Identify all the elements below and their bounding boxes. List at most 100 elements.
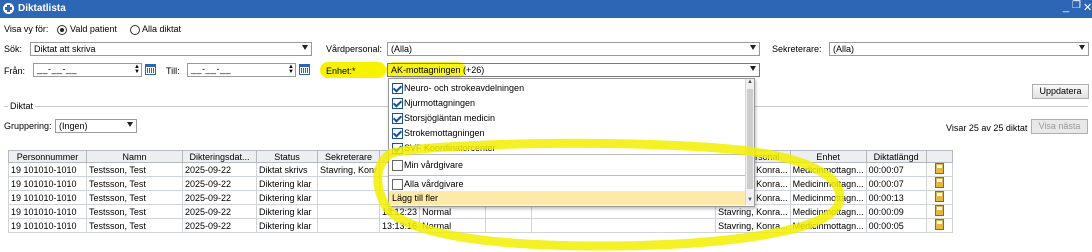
table-cell: Normal: [419, 218, 487, 233]
table-cell: 19 101010-1010: [8, 176, 87, 191]
radio-all-dictations[interactable]: [130, 25, 140, 35]
document-icon[interactable]: [934, 163, 944, 174]
from-label: Från:: [4, 66, 26, 76]
staff-select[interactable]: (Alla): [387, 42, 760, 56]
table-cell: 19 101010-1010: [8, 218, 87, 233]
search-select[interactable]: Diktat att skriva: [30, 42, 312, 56]
to-date-input[interactable]: __-__-__ ▲ ▼: [187, 63, 296, 77]
column-header[interactable]: Sekreterare: [316, 150, 381, 163]
table-cell: Testsson, Test: [86, 190, 183, 205]
section-title: Diktat: [8, 101, 36, 111]
close-icon[interactable]: ✕: [1083, 1, 1092, 14]
dropdown-item[interactable]: Neuro- och strokeavdelningen: [404, 83, 524, 93]
grouping-select[interactable]: (Ingen): [55, 119, 137, 133]
show-next-button[interactable]: Visa nästa: [1031, 119, 1088, 134]
column-header[interactable]: Dikteringsdat...: [182, 150, 257, 163]
all-caregivers-label[interactable]: Alla vårdgivare: [404, 179, 464, 189]
table-cell: Medicinmottagn...: [789, 204, 867, 219]
scroll-down-icon[interactable]: ▼: [747, 197, 753, 203]
my-caregiver-label[interactable]: Min vårdgivare: [404, 160, 463, 170]
table-row[interactable]: 19 101010-1010 Testsson, Test 2025-09-22…: [8, 218, 953, 233]
dropdown-checkbox[interactable]: [392, 128, 403, 139]
add-more-button[interactable]: Lägg till fler: [389, 191, 745, 205]
table-cell: Stavring, Konra...: [715, 218, 791, 233]
dropdown-checkbox[interactable]: [392, 143, 403, 154]
table-cell: Diktat skrivs: [256, 162, 318, 177]
table-cell: Diktering klar: [256, 218, 318, 233]
dropdown-item[interactable]: Strokemottagningen: [404, 128, 485, 138]
table-cell: 2025-09-22: [182, 204, 257, 219]
table-cell: [925, 190, 953, 205]
update-button[interactable]: Uppdatera: [1032, 84, 1089, 99]
dropdown-checkbox[interactable]: [392, 83, 403, 94]
secretary-label: Sekreterare:: [772, 44, 822, 54]
secretary-select[interactable]: (Alla): [829, 42, 1089, 56]
grouping-select-value: (Ingen): [59, 121, 88, 131]
minimize-icon[interactable]: _: [1063, 1, 1069, 13]
column-header[interactable]: Enhet: [789, 150, 867, 163]
dropdown-scrollbar[interactable]: ▲ ▼: [745, 79, 754, 205]
radio-selected-patient[interactable]: [57, 25, 67, 35]
dropdown-separator: [389, 175, 745, 176]
table-cell: Diktering klar: [256, 204, 318, 219]
staff-select-value: (Alla): [391, 44, 413, 54]
document-icon[interactable]: [934, 219, 944, 230]
table-cell: Diktering klar: [256, 190, 318, 205]
table-cell: Testsson, Test: [86, 176, 183, 191]
dropdown-item[interactable]: Njurmottagningen: [404, 98, 475, 108]
dropdown-item[interactable]: Storsjögläntan medicin: [404, 113, 495, 123]
table-cell: 2025-09-22: [182, 218, 257, 233]
table-cell: 19 101010-1010: [8, 162, 87, 177]
table-cell: [316, 176, 381, 191]
chevron-down-icon: [127, 122, 133, 127]
paging-text: Visar 25 av 25 diktat: [946, 123, 1028, 133]
column-header[interactable]: Personnummer: [8, 150, 87, 163]
table-cell: 13:13:16: [379, 218, 421, 233]
dropdown-separator: [389, 154, 745, 155]
document-icon[interactable]: [934, 177, 944, 188]
table-cell: [925, 176, 953, 191]
table-cell: [316, 204, 381, 219]
calendar-icon[interactable]: [299, 64, 310, 75]
table-cell: 00:00:05: [865, 218, 927, 233]
table-cell: [925, 218, 953, 233]
chevron-down-icon: [1079, 45, 1085, 50]
document-icon[interactable]: [934, 205, 944, 216]
table-cell: Testsson, Test: [86, 204, 183, 219]
radio-selected-patient-label[interactable]: Vald patient: [70, 24, 117, 34]
all-caregivers-checkbox[interactable]: [392, 179, 403, 190]
column-header[interactable]: Namn: [86, 150, 183, 163]
spinner-icon[interactable]: ▲ ▼: [288, 64, 294, 75]
secretary-select-value: (Alla): [833, 44, 855, 54]
dropdown-checkbox[interactable]: [392, 113, 403, 124]
dropdown-item[interactable]: SVF Koordinatorcenter: [404, 143, 496, 153]
table-cell: [925, 162, 953, 177]
table-cell: 2025-09-22: [182, 190, 257, 205]
scrollbar-thumb[interactable]: [747, 89, 753, 189]
my-caregiver-checkbox[interactable]: [392, 160, 403, 171]
restore-icon[interactable]: ❐: [1072, 0, 1081, 11]
window-title: Diktatlista: [18, 3, 66, 14]
from-date-value: __-__-__: [37, 64, 78, 74]
dropdown-checkbox[interactable]: [392, 98, 403, 109]
calendar-icon[interactable]: [145, 64, 156, 75]
table-cell: [316, 190, 381, 205]
table-cell: [485, 218, 533, 233]
staff-label: Vårdpersonal:: [326, 44, 383, 54]
table-cell: Stavring, Konr: [316, 162, 381, 177]
column-header[interactable]: Diktatlängd: [865, 150, 927, 163]
unit-select[interactable]: AK-mottagningen (+26): [387, 63, 760, 77]
table-cell: [925, 204, 953, 219]
table-cell: [316, 218, 381, 233]
spinner-icon[interactable]: ▲ ▼: [134, 64, 140, 75]
column-header[interactable]: [925, 150, 953, 163]
title-bar: Diktatlista _ ❐ ✕: [0, 0, 1092, 18]
search-label: Sök:: [4, 44, 23, 54]
unit-select-value: AK-mottagningen (+26): [391, 65, 485, 75]
scroll-up-icon[interactable]: ▲: [747, 79, 753, 85]
document-icon[interactable]: [934, 191, 944, 202]
table-cell: 2025-09-22: [182, 176, 257, 191]
radio-all-dictations-label[interactable]: Alla diktat: [142, 24, 181, 34]
column-header[interactable]: Status: [256, 150, 318, 163]
from-date-input[interactable]: __-__-__ ▲ ▼: [33, 63, 142, 77]
